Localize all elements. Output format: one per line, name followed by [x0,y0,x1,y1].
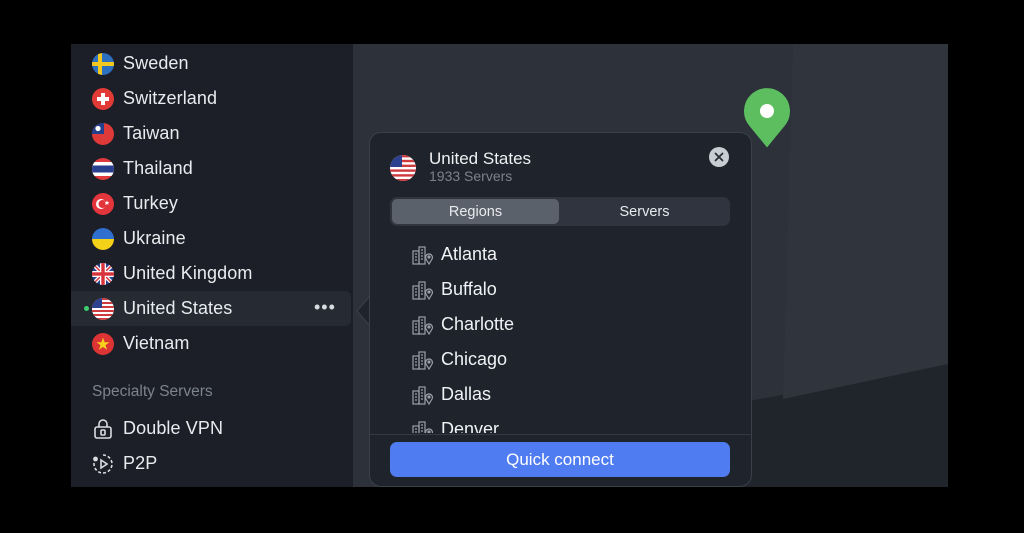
connected-indicator-dot [84,306,89,311]
country-label: Sweden [123,53,189,73]
region-item-atlanta[interactable]: Atlanta [390,237,730,272]
region-label: Chicago [441,349,508,369]
quick-connect-button[interactable]: Quick connect [390,442,730,477]
regions-servers-toggle: Regions Servers [390,197,730,226]
country-label: Vietnam [123,333,190,353]
region-item-chicago[interactable]: Chicago [390,342,730,377]
taiwan-flag-icon [92,122,114,145]
country-popup: United States 1933 Servers Regions Serve… [369,132,752,487]
country-item-switzerland[interactable]: Switzerland [71,81,353,116]
city-location-icon [411,245,434,265]
city-location-icon [411,420,434,433]
region-list: Atlanta Buffalo Charlotte Chicago Dallas… [390,237,730,433]
specialty-label: P2P [123,453,158,473]
country-sidebar: Sweden Switzerland Taiwan Thailand Turke [71,44,353,487]
city-location-icon [411,315,434,335]
region-label: Atlanta [441,244,498,264]
tab-regions[interactable]: Regions [392,199,559,224]
popup-server-count: 1933 Servers [429,168,513,184]
city-location-icon [411,350,434,370]
united-states-flag-icon [390,155,416,181]
region-item-dallas[interactable]: Dallas [390,377,730,412]
region-label: Denver [441,419,500,433]
specialty-item-p2p[interactable]: P2P [71,446,353,481]
thailand-flag-icon [92,157,114,180]
vpn-app-window: Sweden Switzerland Taiwan Thailand Turke [71,44,948,487]
vietnam-flag-icon [92,332,114,355]
country-item-united-kingdom[interactable]: United Kingdom [71,256,353,291]
country-label: Turkey [123,193,178,213]
country-label: Taiwan [123,123,180,143]
country-label: Thailand [123,158,193,178]
city-location-icon [411,385,434,405]
more-options-button[interactable]: ••• [314,297,336,318]
region-item-buffalo[interactable]: Buffalo [390,272,730,307]
country-item-thailand[interactable]: Thailand [71,151,353,186]
region-label: Buffalo [441,279,497,299]
region-label: Dallas [441,384,492,404]
p2p-icon [92,453,114,475]
country-item-turkey[interactable]: Turkey [71,186,353,221]
united-states-flag-icon [92,297,114,320]
popup-divider [370,434,751,435]
close-icon [714,152,724,162]
lock-icon [92,418,114,440]
specialty-label: Double VPN [123,418,224,438]
switzerland-flag-icon [92,87,114,110]
country-label: Switzerland [123,88,218,108]
close-button[interactable] [709,147,729,167]
ukraine-flag-icon [92,227,114,250]
specialty-servers-heading: Specialty Servers [92,383,213,400]
region-item-denver[interactable]: Denver [390,412,730,433]
country-item-ukraine[interactable]: Ukraine [71,221,353,256]
country-item-sweden[interactable]: Sweden [71,46,353,81]
country-item-vietnam[interactable]: Vietnam [71,326,353,361]
region-label: Charlotte [441,314,515,334]
country-label: United Kingdom [123,263,253,283]
country-item-taiwan[interactable]: Taiwan [71,116,353,151]
city-location-icon [411,280,434,300]
tab-servers[interactable]: Servers [561,199,728,224]
united-kingdom-flag-icon [92,262,114,285]
specialty-item-double-vpn[interactable]: Double VPN [71,411,353,446]
sweden-flag-icon [92,52,114,75]
region-item-charlotte[interactable]: Charlotte [390,307,730,342]
country-label: Ukraine [123,228,186,248]
country-label: United States [123,298,233,318]
popup-title: United States [429,149,532,168]
turkey-flag-icon [92,192,114,215]
country-item-united-states[interactable]: United States ••• [71,291,351,326]
